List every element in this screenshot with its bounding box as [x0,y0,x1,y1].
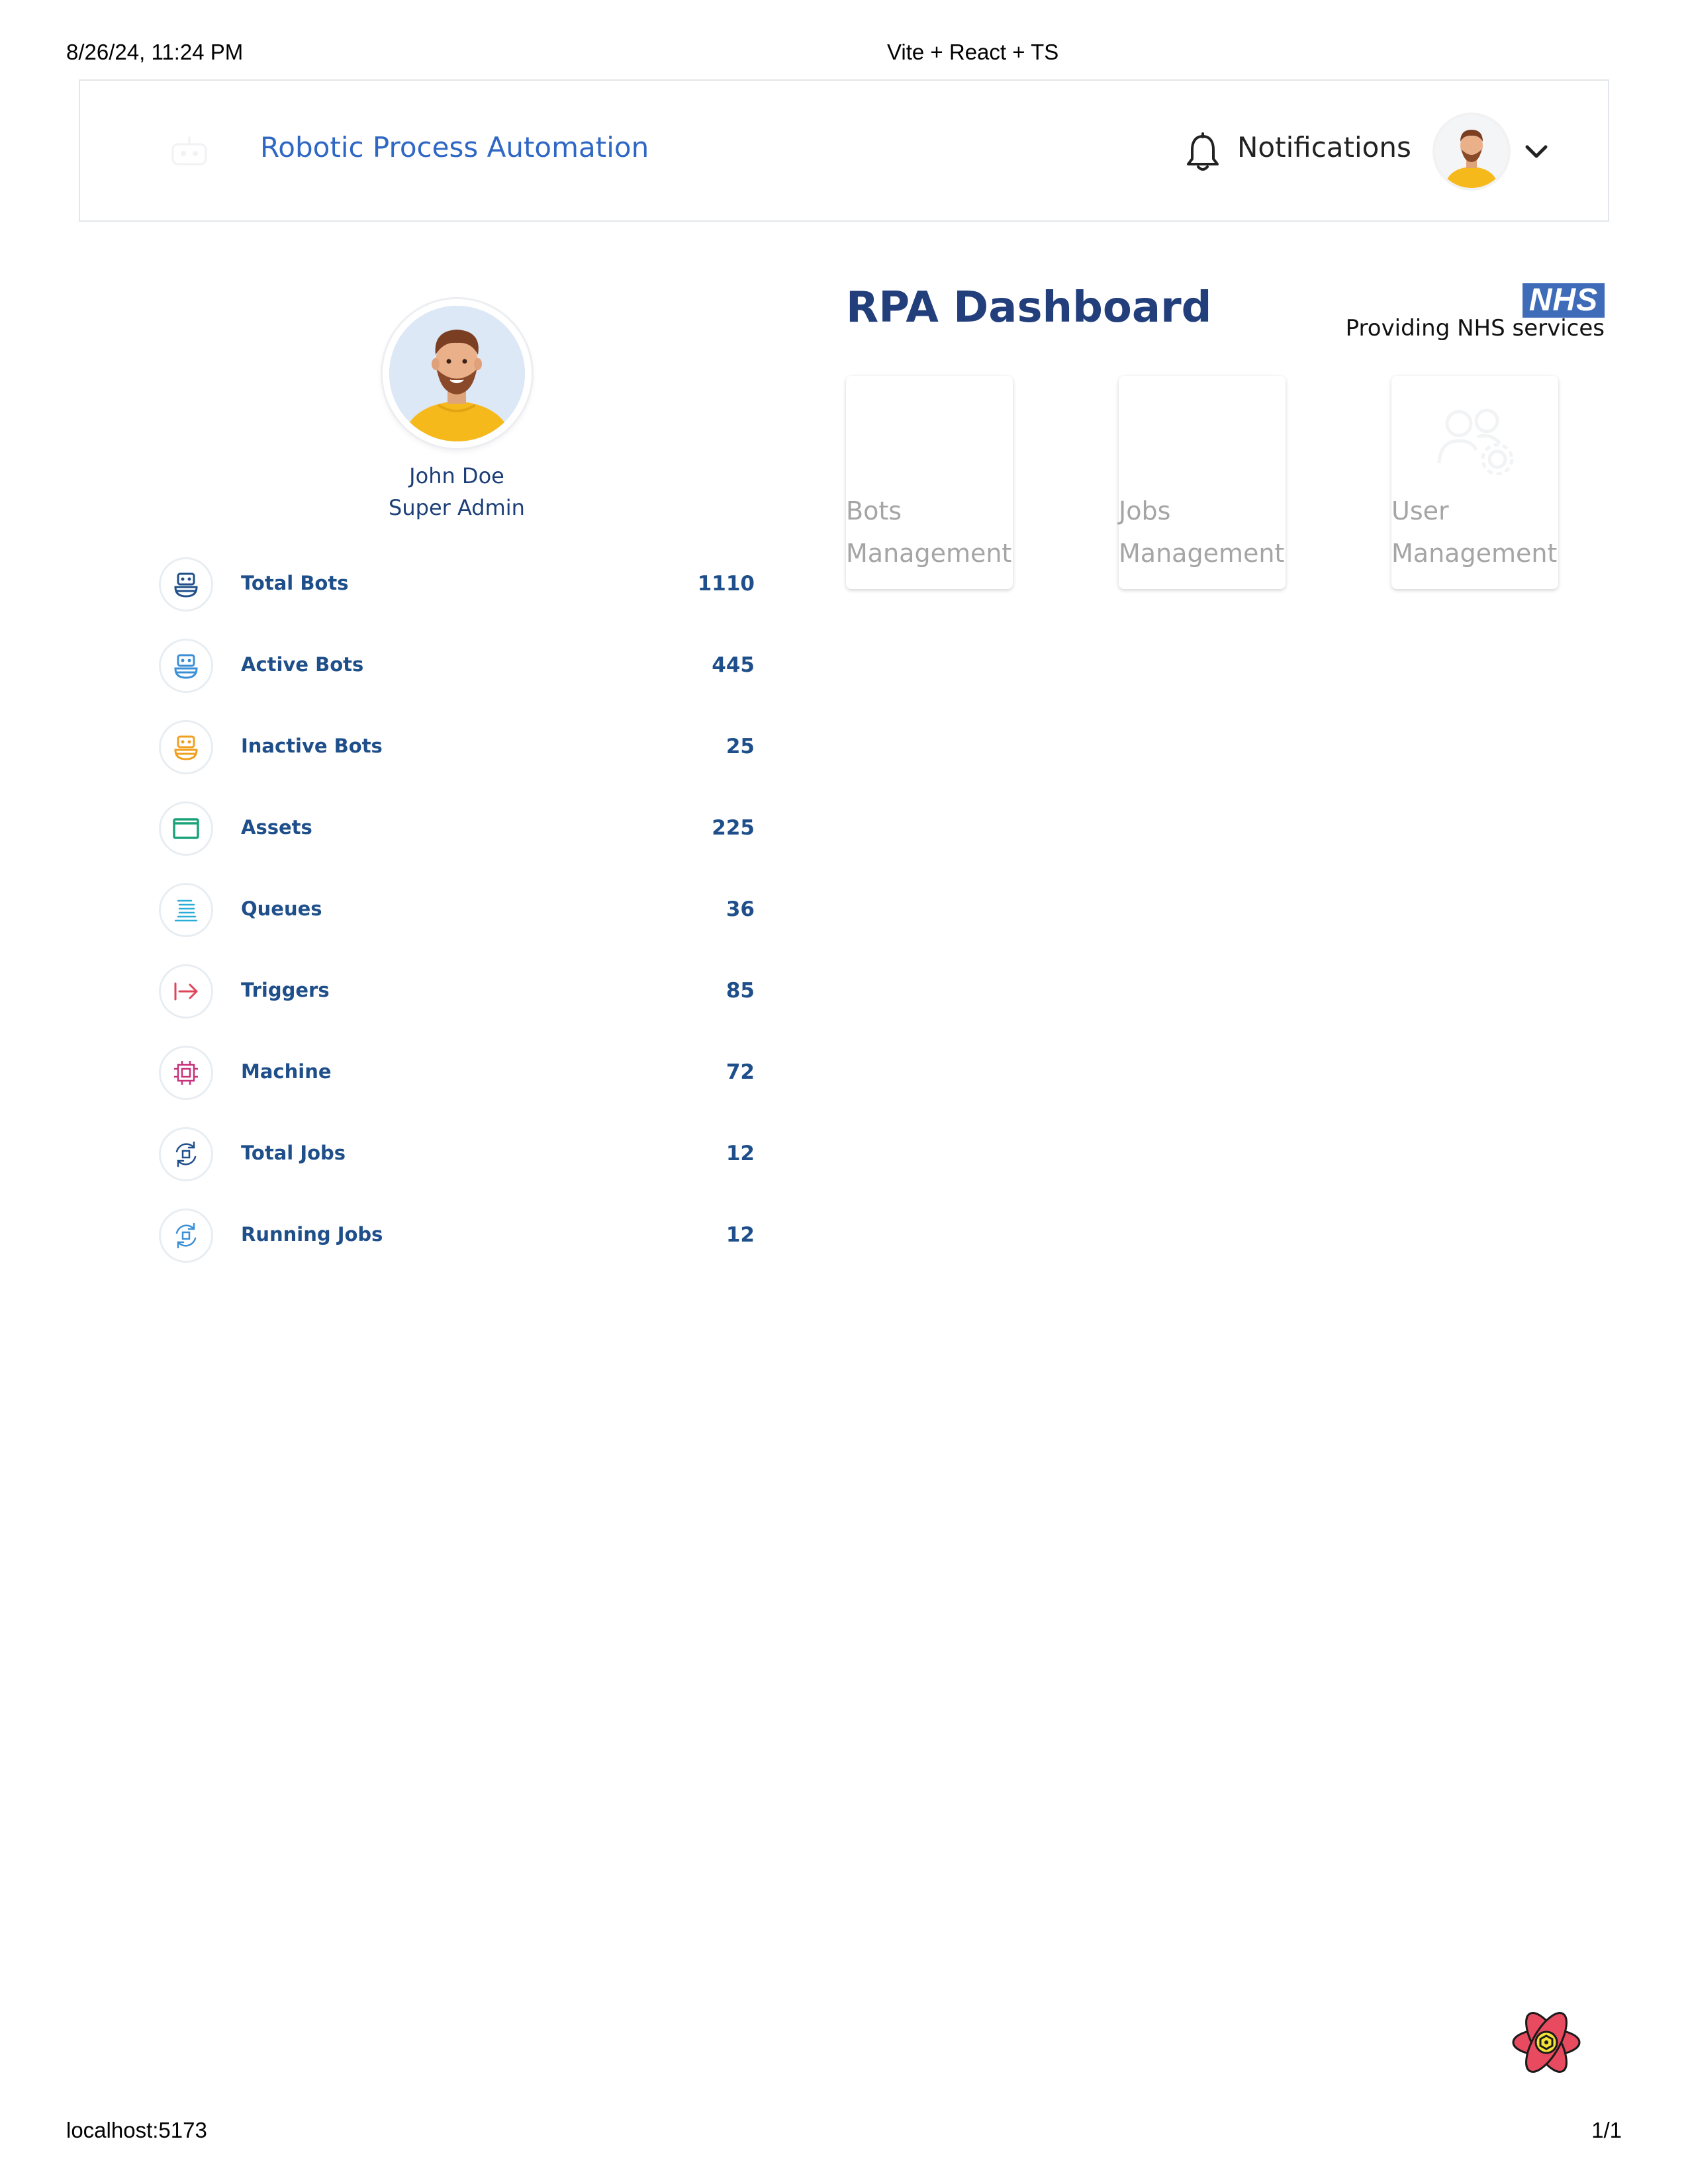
robot-icon [159,639,213,693]
profile-avatar-illustration [389,306,525,441]
stat-row-queues[interactable]: Queues 36 [159,883,755,938]
stat-label: Total Jobs [241,1142,346,1164]
user-management-card[interactable]: User Management [1391,376,1558,589]
stat-value: 12 [726,1223,755,1247]
react-devtools-icon[interactable] [1509,2005,1583,2079]
trigger-arrow-icon [159,964,213,1019]
app-title[interactable]: Robotic Process Automation [260,131,649,163]
stat-label: Assets [241,816,312,839]
stat-value: 12 [726,1142,755,1165]
profile-role: Super Admin [389,495,525,520]
top-navbar: Robotic Process Automation Notifications [79,79,1609,222]
bots-management-card[interactable]: Bots Management [846,376,1013,589]
print-footer: localhost:5173 1/1 [0,2118,1688,2150]
card-label: Bots Management [846,496,1012,568]
stat-row-assets[interactable]: Assets 225 [159,801,755,857]
stat-value: 225 [712,816,755,840]
stat-row-triggers[interactable]: Triggers 85 [159,964,755,1020]
profile-avatar [383,299,532,448]
stat-label: Running Jobs [241,1223,383,1246]
nhs-logo: NHS [1523,283,1605,318]
stat-label: Inactive Bots [241,735,383,757]
machine-icon [159,1046,213,1100]
stat-label: Total Bots [241,572,349,594]
stat-row-running-jobs[interactable]: Running Jobs 12 [159,1208,755,1264]
print-page-title: Vite + React + TS [887,40,1059,64]
bell-icon[interactable] [1186,132,1220,172]
robot-logo-icon[interactable] [166,134,212,171]
user-avatar-button[interactable] [1435,115,1508,188]
robot-icon [159,557,213,612]
print-url: localhost:5173 [66,2118,207,2142]
nhs-tagline: Providing NHS services [1345,315,1605,341]
stat-label: Active Bots [241,653,364,676]
stat-row-total-bots[interactable]: Total Bots 1110 [159,557,755,613]
stat-row-total-jobs[interactable]: Total Jobs 12 [159,1127,755,1183]
print-page-count: 1/1 [1591,2118,1622,2142]
notifications-link[interactable]: Notifications [1237,131,1411,163]
print-datetime: 8/26/24, 11:24 PM [66,40,244,64]
card-label: Jobs Management [1119,496,1285,568]
stat-value: 85 [726,979,755,1003]
profile-name: John Doe [409,463,504,488]
card-label: User Management [1391,496,1558,568]
stat-row-inactive-bots[interactable]: Inactive Bots 25 [159,720,755,776]
queue-list-icon [159,883,213,937]
jobs-cycle-icon [159,1208,213,1263]
user-group-gear-icon [1437,408,1514,475]
jobs-management-card[interactable]: Jobs Management [1119,376,1286,589]
chevron-down-icon[interactable] [1522,140,1551,164]
stat-value: 1110 [697,572,755,596]
robot-icon [159,720,213,774]
dashboard-title: RPA Dashboard [846,283,1212,332]
stat-label: Triggers [241,979,330,1001]
jobs-cycle-icon [159,1127,213,1181]
stat-value: 72 [726,1060,755,1084]
stat-value: 25 [726,735,755,758]
stat-row-machine[interactable]: Machine 72 [159,1046,755,1101]
stat-row-active-bots[interactable]: Active Bots 445 [159,639,755,694]
window-icon [159,801,213,856]
stat-label: Machine [241,1060,332,1083]
stat-value: 445 [712,653,755,677]
stat-label: Queues [241,897,322,920]
stat-value: 36 [726,897,755,921]
avatar-illustration [1435,115,1508,188]
print-header: 8/26/24, 11:24 PM Vite + React + TS [0,40,1688,71]
